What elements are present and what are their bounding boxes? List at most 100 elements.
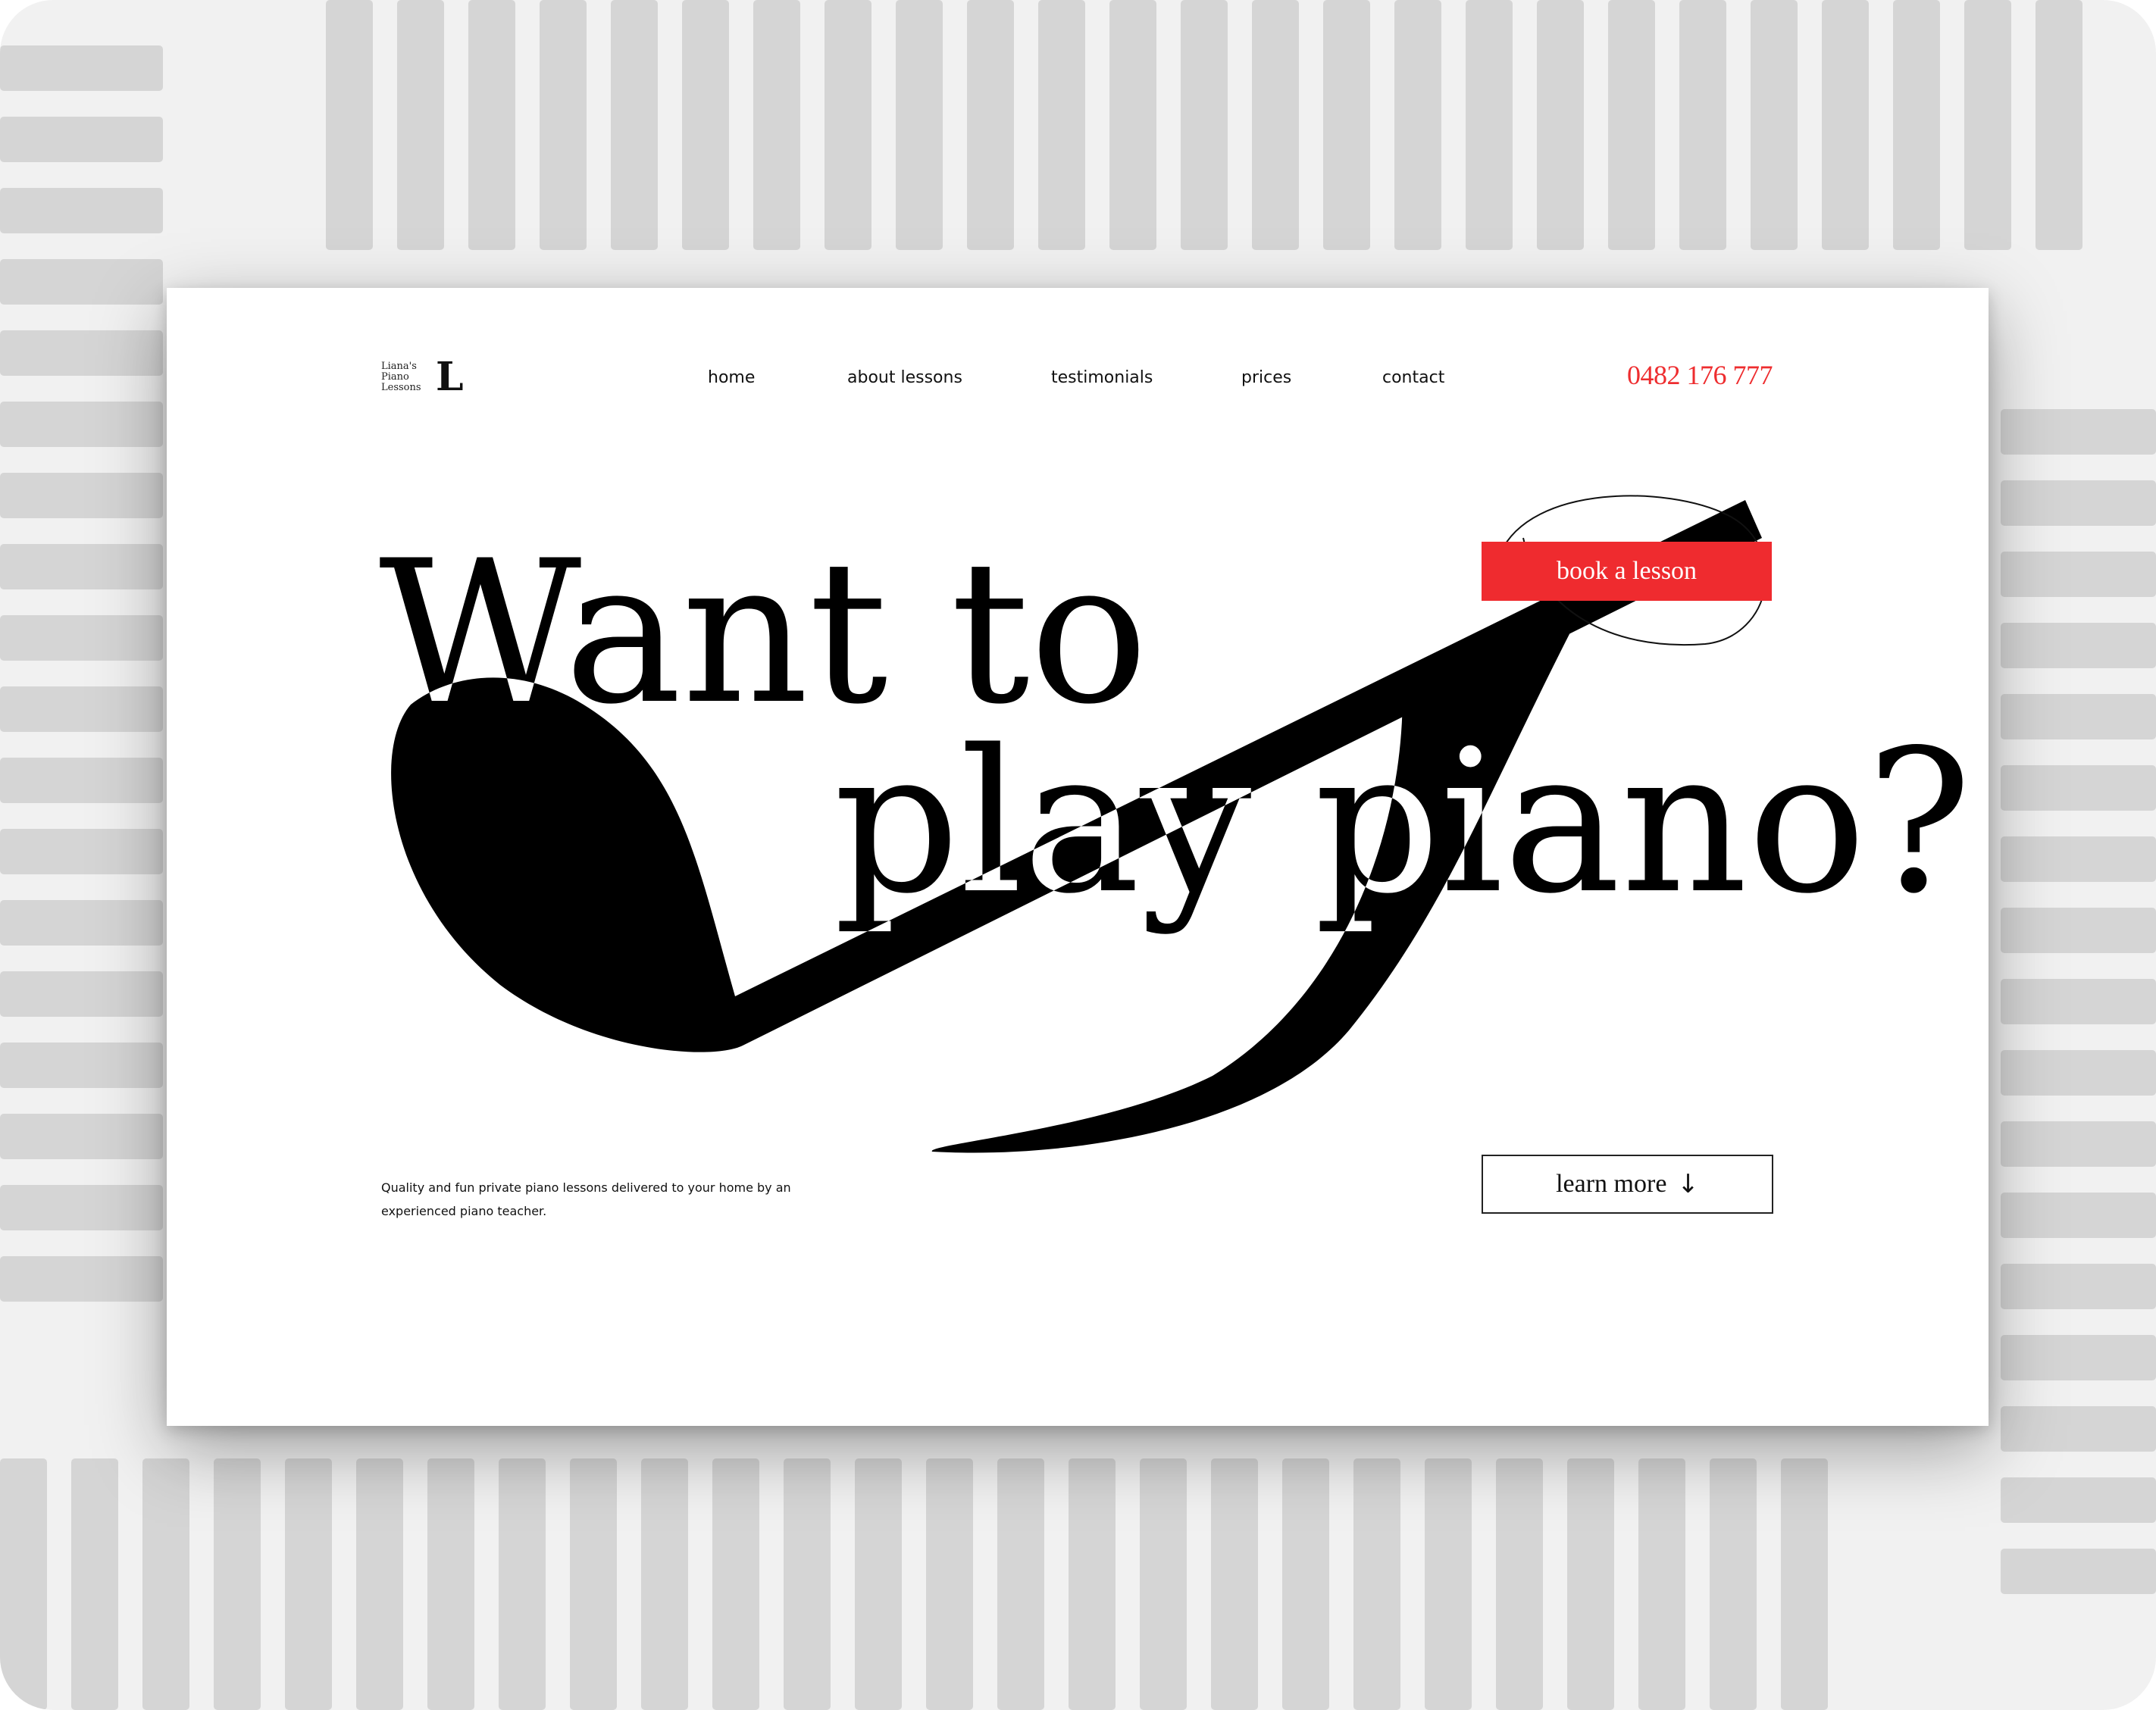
piano-key-top xyxy=(1893,0,1940,250)
nav-about-lessons[interactable]: about lessons xyxy=(847,368,962,387)
piano-key-right xyxy=(2001,1549,2156,1594)
piano-key-left xyxy=(0,117,163,162)
piano-key-bottom xyxy=(1353,1458,1400,1710)
piano-key-bottom xyxy=(142,1458,189,1710)
piano-key-bottom xyxy=(1638,1458,1685,1710)
piano-key-left xyxy=(0,615,163,661)
piano-key-top xyxy=(1252,0,1299,250)
piano-key-bottom xyxy=(1425,1458,1472,1710)
piano-key-bottom xyxy=(784,1458,831,1710)
logo-line-2: Piano xyxy=(381,371,409,383)
piano-key-top xyxy=(1751,0,1798,250)
piano-key-left xyxy=(0,758,163,803)
piano-key-top xyxy=(611,0,658,250)
piano-key-left xyxy=(0,473,163,518)
piano-key-bottom xyxy=(641,1458,688,1710)
piano-key-right xyxy=(2001,1264,2156,1309)
piano-key-right xyxy=(2001,409,2156,455)
piano-key-top xyxy=(1537,0,1584,250)
piano-key-bottom xyxy=(214,1458,261,1710)
piano-key-bottom xyxy=(855,1458,902,1710)
piano-key-right xyxy=(2001,694,2156,739)
piano-key-bottom xyxy=(1211,1458,1258,1710)
piano-key-top xyxy=(682,0,729,250)
nav-testimonials[interactable]: testimonials xyxy=(1051,368,1153,387)
piano-key-top xyxy=(825,0,871,250)
piano-key-right xyxy=(2001,765,2156,811)
piano-key-left xyxy=(0,544,163,589)
phone-number[interactable]: 0482 176 777 xyxy=(1627,359,1773,391)
piano-key-left xyxy=(0,259,163,305)
arrow-down-icon: ↓ xyxy=(1677,1169,1699,1199)
brand-logo[interactable]: Liana's Piano Lessons L xyxy=(381,358,464,397)
piano-key-top xyxy=(1964,0,2011,250)
piano-key-bottom xyxy=(285,1458,332,1710)
logo-line-3: Lessons xyxy=(381,382,421,393)
piano-key-bottom xyxy=(427,1458,474,1710)
piano-key-left xyxy=(0,971,163,1017)
piano-key-bottom xyxy=(1496,1458,1543,1710)
piano-key-bottom xyxy=(71,1458,118,1710)
piano-key-bottom xyxy=(499,1458,546,1710)
piano-key-bottom xyxy=(1140,1458,1187,1710)
piano-key-left xyxy=(0,330,163,376)
piano-key-right xyxy=(2001,1477,2156,1523)
piano-key-top xyxy=(1466,0,1513,250)
piano-key-bottom xyxy=(997,1458,1044,1710)
piano-key-left xyxy=(0,829,163,874)
piano-key-bottom xyxy=(356,1458,403,1710)
piano-key-top xyxy=(326,0,373,250)
piano-key-right xyxy=(2001,1193,2156,1238)
piano-key-top xyxy=(1394,0,1441,250)
piano-key-left xyxy=(0,1256,163,1302)
piano-key-right xyxy=(2001,1406,2156,1452)
piano-key-right xyxy=(2001,1050,2156,1096)
piano-key-top xyxy=(896,0,943,250)
piano-key-bottom xyxy=(1781,1458,1828,1710)
piano-key-top xyxy=(540,0,587,250)
piano-key-left xyxy=(0,188,163,233)
nav-contact[interactable]: contact xyxy=(1382,368,1444,387)
piano-key-left xyxy=(0,1185,163,1230)
piano-key-right xyxy=(2001,1121,2156,1167)
piano-key-bottom xyxy=(1282,1458,1329,1710)
piano-key-left xyxy=(0,402,163,447)
piano-key-left xyxy=(0,900,163,946)
piano-key-right xyxy=(2001,836,2156,882)
piano-key-top xyxy=(1822,0,1869,250)
piano-key-bottom xyxy=(1710,1458,1757,1710)
piano-key-top xyxy=(753,0,800,250)
piano-key-right xyxy=(2001,1335,2156,1380)
logo-monogram: L xyxy=(436,354,464,400)
piano-key-bottom xyxy=(926,1458,973,1710)
website-hero-card: Want to play piano? Want to play piano? … xyxy=(167,288,1989,1426)
piano-key-left xyxy=(0,686,163,732)
logo-line-1: Liana's xyxy=(381,361,417,372)
piano-key-bottom xyxy=(1567,1458,1614,1710)
piano-key-bottom xyxy=(1069,1458,1116,1710)
learn-more-button[interactable]: learn more ↓ xyxy=(1482,1155,1773,1214)
piano-key-right xyxy=(2001,979,2156,1024)
piano-key-left xyxy=(0,45,163,91)
piano-key-top xyxy=(1323,0,1370,250)
piano-key-top xyxy=(967,0,1014,250)
piano-key-bottom xyxy=(0,1458,47,1710)
learn-more-label: learn more xyxy=(1556,1170,1667,1198)
logo-wordmark: Liana's Piano Lessons xyxy=(381,361,428,393)
piano-key-bottom xyxy=(570,1458,617,1710)
nav-home[interactable]: home xyxy=(708,368,755,387)
piano-key-top xyxy=(1181,0,1228,250)
piano-key-right xyxy=(2001,480,2156,526)
piano-key-top xyxy=(468,0,515,250)
book-lesson-button[interactable]: book a lesson xyxy=(1482,542,1772,601)
piano-key-top xyxy=(2036,0,2082,250)
piano-key-right xyxy=(2001,552,2156,597)
piano-key-top xyxy=(1038,0,1085,250)
piano-key-top xyxy=(1109,0,1156,250)
piano-key-right xyxy=(2001,908,2156,953)
hero-artwork: Want to play piano? Want to play piano? xyxy=(379,495,1972,1153)
piano-key-top xyxy=(397,0,444,250)
nav-prices[interactable]: prices xyxy=(1241,368,1291,387)
piano-key-bottom xyxy=(712,1458,759,1710)
piano-key-left xyxy=(0,1043,163,1088)
